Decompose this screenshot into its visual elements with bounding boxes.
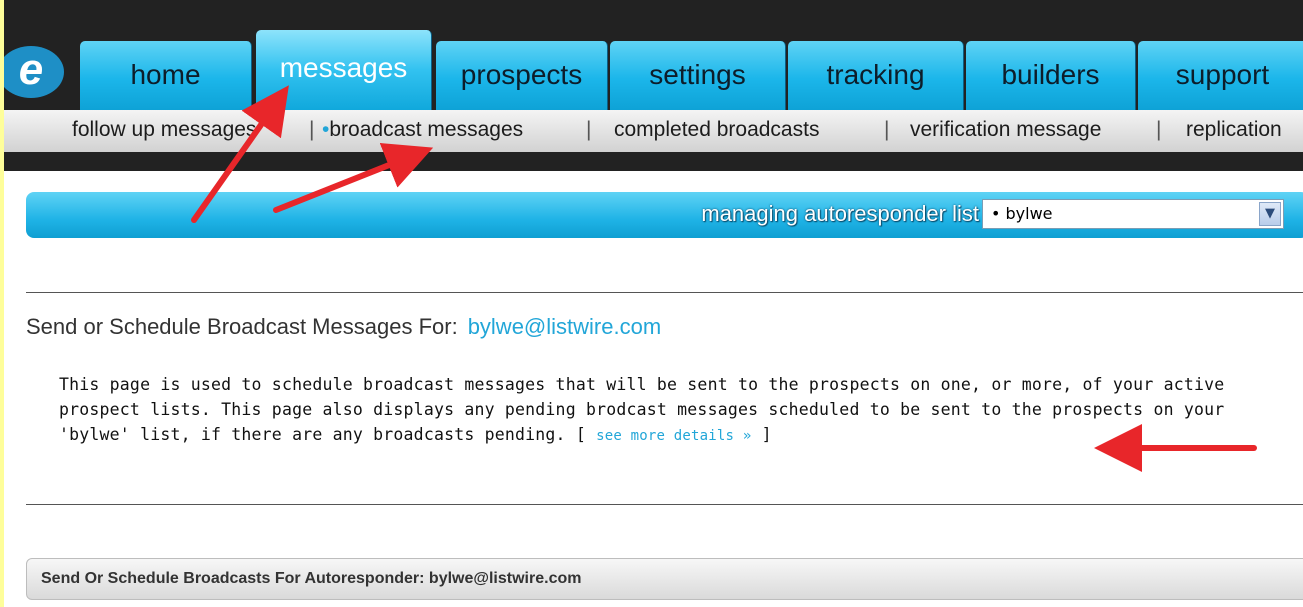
arrow-to-broadcast-messages	[273, 142, 434, 213]
arrow-to-messages-tab	[191, 85, 289, 223]
annotation-arrows	[191, 85, 1257, 472]
app-frame: e home messages prospects settings track…	[4, 0, 1303, 607]
